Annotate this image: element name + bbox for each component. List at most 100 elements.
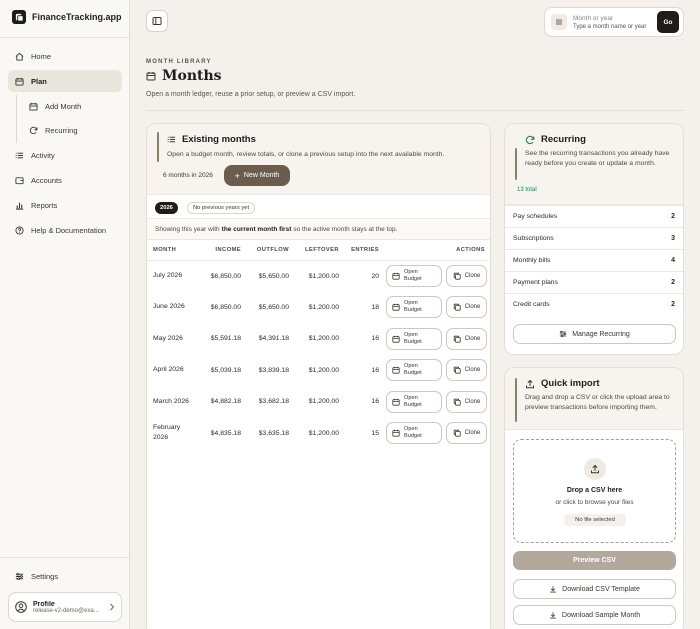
sidebar-item-label: Accounts <box>31 175 62 185</box>
sidebar-item-add-month[interactable]: Add Month <box>22 95 122 117</box>
sidebar-item-home[interactable]: Home <box>8 45 122 67</box>
logo-icon <box>12 10 26 24</box>
go-button[interactable]: Go <box>657 11 679 33</box>
month-cell: July 2026 <box>153 272 183 279</box>
clone-button[interactable]: Clone <box>446 265 487 287</box>
sidebar-item-label: Home <box>31 51 52 61</box>
sidebar-item-help[interactable]: Help & Documentation <box>8 219 122 241</box>
chevron-right-icon <box>110 603 115 611</box>
refresh-icon <box>525 135 535 144</box>
open-budget-label: Open Budget <box>404 269 422 283</box>
month-cell: April 2026 <box>153 366 184 374</box>
recurring-row[interactable]: Payment plans 2 <box>505 271 683 293</box>
calendar-plus-icon <box>29 102 38 111</box>
preview-csv-button[interactable]: Preview CSV <box>513 551 676 570</box>
brand[interactable]: FinanceTracking.app <box>12 10 122 24</box>
sidebar-item-plan[interactable]: Plan <box>8 70 122 92</box>
card-title: Existing months <box>167 134 256 145</box>
sidebar: FinanceTracking.app Home Plan Add Month … <box>0 0 130 629</box>
clone-label: Clone <box>464 367 481 374</box>
open-budget-button[interactable]: Open Budget <box>386 422 442 445</box>
sidebar-item-settings[interactable]: Settings <box>8 565 122 587</box>
manage-recurring-button[interactable]: Manage Recurring <box>513 324 676 344</box>
calendar-icon <box>392 367 400 374</box>
copy-icon <box>453 304 461 311</box>
sidebar-toggle-button[interactable] <box>146 10 168 32</box>
divider <box>0 37 130 38</box>
copy-icon <box>453 272 461 280</box>
card-title-text: Quick import <box>541 378 600 389</box>
recurring-label: Subscriptions <box>513 235 554 242</box>
clone-button[interactable]: Clone <box>446 390 487 413</box>
open-budget-button[interactable]: Open Budget <box>386 390 442 413</box>
entries-cell: 16 <box>371 366 379 374</box>
column-header: OUTFLOW <box>245 240 293 261</box>
help-icon <box>15 225 24 235</box>
user-icon <box>15 601 27 613</box>
month-cell: May 2026 <box>153 334 183 342</box>
card-description: Drag and drop a CSV or click the upload … <box>525 394 670 411</box>
upload-icon <box>526 379 534 388</box>
card-header: Recurring See the recurring transactions… <box>505 124 683 205</box>
copy-icon <box>453 398 461 406</box>
brand-name: FinanceTracking.app <box>32 12 122 22</box>
month-cell: February 2026 <box>153 424 181 442</box>
open-budget-button[interactable]: Open Budget <box>386 359 442 382</box>
months-count: 6 months in 2026 <box>163 172 213 179</box>
sidebar-item-reports[interactable]: Reports <box>8 194 122 216</box>
page-eyebrow: MONTH LIBRARY <box>146 59 212 65</box>
table-row: June 2026 $6,850.00 $5,650.00 $1,200.00 18 Op… <box>147 292 489 324</box>
plus-icon: + <box>234 170 240 181</box>
clone-button[interactable]: Clone <box>446 422 487 445</box>
sidebar-item-accounts[interactable]: Accounts <box>8 169 122 191</box>
previous-years-pill: No previous years yet <box>187 202 256 214</box>
clone-button[interactable]: Clone <box>446 327 487 350</box>
sort-note-pre: Showing this year with <box>155 226 220 233</box>
open-budget-label-line: Open <box>404 394 418 401</box>
table-row: March 2026 $4,882.18 $3,682.18 $1,200.00 16 O… <box>147 386 489 418</box>
month-search[interactable]: Month or year Type a month name or year … <box>544 7 684 37</box>
csv-drop-zone[interactable]: Drop a CSV here or click to browse your … <box>513 439 676 543</box>
open-budget-label-line: Open <box>404 269 418 275</box>
new-month-label: New Month <box>243 172 280 179</box>
divider <box>0 557 130 558</box>
sort-note-post: so the active month stays at the top. <box>293 226 398 233</box>
sort-note: Showing this year with the current month… <box>147 220 490 240</box>
sidebar-item-label: Activity <box>31 150 55 160</box>
recurring-row[interactable]: Credit cards 2 <box>505 293 683 315</box>
download-sample-button[interactable]: Download Sample Month <box>513 605 676 625</box>
open-budget-button[interactable]: Open Budget <box>386 265 442 287</box>
download-template-label: Download CSV Template <box>562 585 640 593</box>
leftover-cell: $1,200.00 <box>308 303 339 311</box>
card-header: Quick import Drag and drop a CSV or clic… <box>505 368 683 430</box>
open-budget-button[interactable]: Open Budget <box>386 296 442 319</box>
sidebar-item-label: Reports <box>31 200 58 210</box>
clone-button[interactable]: Clone <box>446 359 487 382</box>
clone-button[interactable]: Clone <box>446 296 487 319</box>
divider <box>146 110 684 111</box>
bar-chart-icon <box>15 202 24 210</box>
leftover-cell: $1,200.00 <box>308 335 339 343</box>
table-row: July 2026 $6,850.00 $5,650.00 $1,200.00 20 Op… <box>147 260 489 292</box>
year-tab-2026[interactable]: 2026 <box>155 202 178 214</box>
sidebar-item-activity[interactable]: Activity <box>8 144 122 166</box>
profile-button[interactable]: Profile release-v2-demo@exa... <box>8 592 122 622</box>
recurring-row[interactable]: Monthly bills 4 <box>505 249 683 271</box>
page-subtitle: Open a month ledger, reuse a prior setup… <box>146 91 356 98</box>
copy-icon <box>453 430 461 437</box>
new-month-button[interactable]: + New Month <box>224 165 290 186</box>
profile-name: Profile <box>33 600 55 608</box>
recurring-row[interactable]: Pay schedules 2 <box>505 205 683 227</box>
card-header: Existing months Open a budget month, rev… <box>147 124 490 195</box>
open-budget-button[interactable]: Open Budget <box>386 327 442 350</box>
open-budget-label-line: Open <box>404 426 418 433</box>
calendar-icon <box>146 72 156 81</box>
entries-cell: 20 <box>371 272 379 280</box>
download-template-button[interactable]: Download CSV Template <box>513 579 676 599</box>
recurring-count: 2 <box>671 213 675 220</box>
recurring-row[interactable]: Subscriptions 3 <box>505 227 683 249</box>
clone-label: Clone <box>464 398 481 405</box>
search-input[interactable]: Month or year <box>573 15 651 22</box>
sidebar-item-recurring[interactable]: Recurring <box>22 119 122 141</box>
settings-label: Settings <box>31 571 59 581</box>
